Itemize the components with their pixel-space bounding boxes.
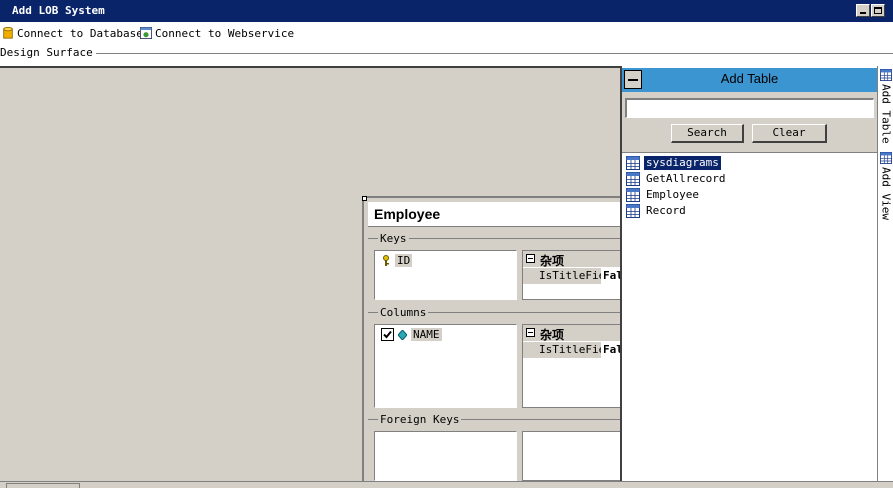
key-icon [383,254,389,266]
tab-add-table[interactable]: Add Table [879,69,893,144]
table-grid-icon [626,204,640,218]
minimize-button[interactable] [856,4,870,17]
checkmark-icon [383,330,392,339]
resize-handle[interactable] [362,196,367,201]
property-name: IsTitleField [523,268,601,284]
table-item-label: Employee [646,188,699,201]
table-item-label: GetAllrecord [646,172,726,185]
table-item-label: Record [646,204,686,217]
list-item[interactable]: ID [381,254,413,267]
search-area: Search Clear [622,92,877,152]
side-tab-strip: Add Table Add View [877,66,893,487]
property-value[interactable]: False [602,342,621,358]
connect-database-label: Connect to Database [17,26,143,40]
keys-group: Keys ID 杂项 IsTitleField False [368,232,622,304]
clear-button[interactable]: Clear [752,124,827,143]
entity-title: Employee [374,206,441,222]
columns-property-grid[interactable]: 杂项 IsTitleField False [522,324,622,408]
webservice-icon [140,27,152,39]
property-category[interactable]: 杂项 [523,325,621,342]
table-grid-icon [626,172,640,186]
column-checkbox[interactable] [381,328,394,341]
database-icon [3,27,13,39]
table-item-employee[interactable]: Employee [626,187,701,203]
foreign-keys-group: Foreign Keys [368,413,622,483]
columns-group: Columns NAME 杂项 IsTitleField [368,306,622,410]
add-table-panel: Add Table Search Clear sysdiagrams GetAl… [620,66,877,488]
table-item-label: sysdiagrams [643,155,722,171]
keys-legend: Keys [378,232,409,245]
collapse-icon[interactable] [526,254,535,263]
entity-header: Employee [368,202,622,227]
connect-webservice-button[interactable]: Connect to Webservice [140,25,294,41]
maximize-button[interactable] [871,4,885,17]
title-bar[interactable]: Add LOB System [0,0,893,22]
collapse-icon[interactable] [526,328,535,337]
window-title: Add LOB System [12,4,105,17]
property-category[interactable]: 杂项 [523,251,621,268]
foreign-keys-list[interactable] [374,431,517,481]
table-grid-icon [880,69,892,81]
column-icon [398,329,407,340]
toolbar: Connect to Database Connect to Webservic… [0,22,893,43]
table-list[interactable]: sysdiagrams GetAllrecord Employee Record [622,152,877,488]
design-surface-header: Design Surface [0,45,893,61]
table-grid-icon [626,188,640,202]
property-value[interactable]: False [602,268,621,284]
search-input[interactable] [625,98,874,118]
table-grid-icon [626,156,640,170]
list-item[interactable]: NAME [381,328,442,341]
foreign-keys-property-grid[interactable] [522,431,622,481]
property-row[interactable]: IsTitleField False [523,342,621,358]
entity-panel[interactable]: Employee Keys ID 杂项 IsTitleField False [362,196,622,483]
tab-add-view-label: Add View [879,167,893,220]
add-table-title: Add Table [720,71,779,86]
table-grid-icon [880,152,892,164]
foreign-keys-legend: Foreign Keys [378,413,462,426]
property-category-label: 杂项 [540,254,565,268]
keys-list[interactable]: ID [374,250,517,300]
table-item-record[interactable]: Record [626,203,688,219]
keys-property-grid[interactable]: 杂项 IsTitleField False [522,250,622,300]
design-surface-label: Design Surface [0,46,96,59]
table-item-sysdiagrams[interactable]: sysdiagrams [626,155,722,171]
divider [0,53,893,55]
table-item-getallrecord[interactable]: GetAllrecord [626,171,727,187]
columns-legend: Columns [378,306,429,319]
bottom-tab[interactable] [6,483,80,488]
tab-add-view[interactable]: Add View [879,152,893,220]
property-category-label: 杂项 [540,328,565,342]
column-item-label: NAME [411,328,442,341]
tab-add-table-label: Add Table [879,84,893,144]
add-table-header: Add Table [622,68,877,92]
key-item-label: ID [395,254,413,267]
property-row[interactable]: IsTitleField False [523,268,621,284]
property-name: IsTitleField [523,342,601,358]
columns-list[interactable]: NAME [374,324,517,408]
search-button[interactable]: Search [671,124,744,143]
connect-webservice-label: Connect to Webservice [155,26,295,40]
connect-database-button[interactable]: Connect to Database [2,25,143,41]
